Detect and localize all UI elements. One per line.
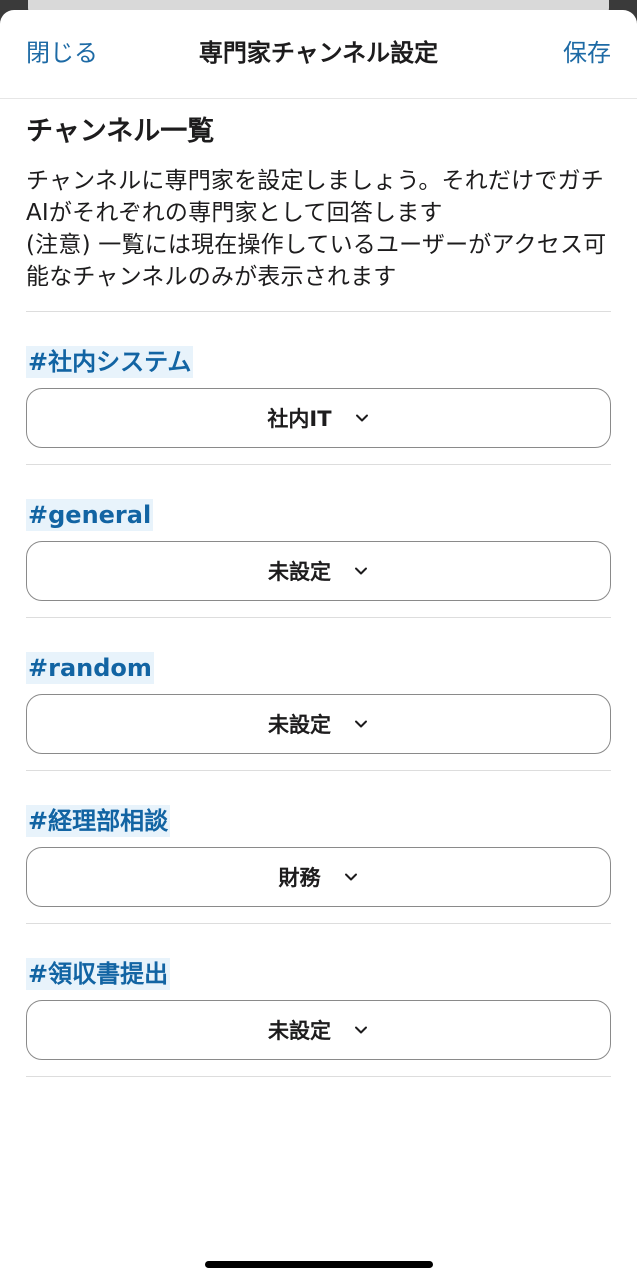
- select-value: 未設定: [268, 713, 331, 737]
- channel-block: #経理部相談 財務: [26, 771, 611, 924]
- select-value: 未設定: [268, 560, 331, 584]
- channel-name: #random: [26, 652, 154, 684]
- modal-sheet: 閉じる 専門家チャンネル設定 保存 チャンネル一覧 チャンネルに専門家を設定しま…: [0, 10, 637, 1280]
- channel-block: #general 未設定: [26, 465, 611, 618]
- channel-name: #general: [26, 499, 154, 531]
- channel-name: #経理部相談: [26, 805, 171, 837]
- expert-select[interactable]: 未設定: [26, 694, 611, 754]
- expert-select[interactable]: 社内IT: [26, 388, 611, 448]
- select-value: 社内IT: [267, 407, 332, 431]
- channel-name: #領収書提出: [26, 958, 171, 990]
- channel-block: #社内システム 社内IT: [26, 312, 611, 465]
- chevron-down-icon: [344, 873, 357, 881]
- save-button[interactable]: 保存: [563, 36, 611, 70]
- divider: [26, 1076, 611, 1077]
- section-description: チャンネルに専門家を設定しましょう。それだけでガチAIがそれぞれの専門家として回…: [26, 168, 607, 290]
- channel-block: #領収書提出 未設定: [26, 924, 611, 1077]
- chevron-down-icon: [355, 720, 367, 728]
- chevron-down-icon: [355, 567, 367, 575]
- expert-select[interactable]: 未設定: [26, 541, 611, 601]
- home-indicator: [205, 1261, 433, 1268]
- section-heading: チャンネル一覧: [26, 116, 215, 147]
- select-value: 未設定: [268, 1019, 331, 1043]
- chevron-down-icon: [355, 1026, 367, 1034]
- expert-select[interactable]: 財務: [26, 847, 611, 907]
- chevron-down-icon: [355, 414, 368, 422]
- modal-title: 専門家チャンネル設定: [198, 39, 439, 67]
- channel-block: #random 未設定: [26, 618, 611, 771]
- modal-header: 閉じる 専門家チャンネル設定 保存: [0, 10, 637, 99]
- expert-select[interactable]: 未設定: [26, 1000, 611, 1060]
- select-value: 財務: [278, 866, 321, 890]
- modal-content: チャンネル一覧 チャンネルに専門家を設定しましょう。それだけでガチAIがそれぞれ…: [0, 113, 637, 1077]
- channel-name: #社内システム: [26, 346, 194, 378]
